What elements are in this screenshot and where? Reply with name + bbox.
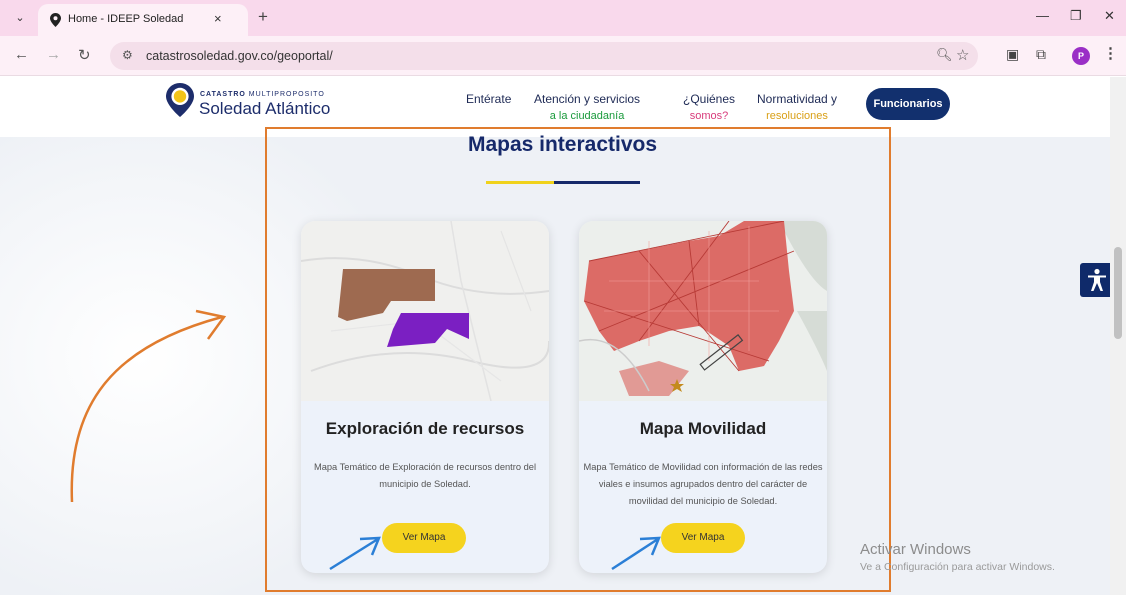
page-viewport: CATASTRO MULTIPROPOSITO Soledad Atlántic…: [0, 77, 1126, 595]
nav-quienes-somos[interactable]: ¿Quiénes somos?: [683, 91, 735, 125]
new-tab-button[interactable]: +: [258, 7, 268, 27]
tab-search-dropdown-icon[interactable]: ⌄: [10, 9, 30, 27]
page-scrollbar[interactable]: [1110, 77, 1126, 595]
forward-arrow-icon[interactable]: →: [46, 46, 61, 63]
scrollbar-thumb[interactable]: [1114, 247, 1122, 339]
tab-title: Home - IDEEP Soledad: [68, 13, 184, 25]
close-window-button[interactable]: ✕: [1104, 8, 1115, 24]
site-info-icon[interactable]: ⚙: [122, 48, 133, 62]
nav-entérate[interactable]: Entérate: [466, 91, 511, 108]
activate-windows-subtitle: Ve a Configuración para activar Windows.: [860, 561, 1055, 573]
accessibility-person-icon: [1088, 268, 1106, 291]
url-text[interactable]: catastrosoledad.gov.co/geoportal/: [146, 49, 333, 63]
logo-subtitle: CATASTRO MULTIPROPOSITO: [200, 91, 325, 98]
funcionarios-button[interactable]: Funcionarios: [866, 88, 950, 120]
accessibility-button[interactable]: [1080, 263, 1114, 297]
bookmark-star-icon[interactable]: ☆: [956, 46, 969, 64]
zoom-icon[interactable]: 🔍︎: [936, 47, 953, 63]
logo-title[interactable]: Soledad Atlántico: [199, 99, 330, 119]
restore-button[interactable]: ❐: [1070, 8, 1082, 24]
nav-normatividad[interactable]: Normatividad y resoluciones: [757, 91, 837, 125]
picture-in-picture-icon[interactable]: ▣: [1006, 46, 1019, 63]
catastro-logo-pin-icon[interactable]: [166, 83, 194, 117]
tab-close-icon[interactable]: ×: [214, 11, 222, 26]
nav-atencion-servicios[interactable]: Atención y servicios a la ciudadanía: [534, 91, 640, 125]
reload-icon[interactable]: ↻: [78, 46, 91, 64]
extensions-icon[interactable]: ⧉: [1036, 46, 1046, 63]
activate-windows-title: Activar Windows: [860, 541, 971, 558]
profile-avatar[interactable]: P: [1072, 47, 1090, 65]
browser-tab[interactable]: Home - IDEEP Soledad ×: [38, 4, 248, 36]
browser-menu-icon[interactable]: ⋮: [1103, 44, 1118, 62]
map-pin-favicon-icon: [50, 13, 61, 27]
annotation-highlight-box: [265, 127, 891, 592]
back-arrow-icon[interactable]: ←: [14, 46, 29, 63]
address-bar[interactable]: ⚙ catastrosoledad.gov.co/geoportal/ 🔍︎ ☆: [110, 42, 978, 70]
minimize-button[interactable]: —: [1036, 8, 1049, 23]
tab-strip: ⌄ Home - IDEEP Soledad × + — ❐ ✕: [0, 0, 1126, 36]
toolbar: ← → ↻ ⚙ catastrosoledad.gov.co/geoportal…: [0, 36, 1126, 76]
